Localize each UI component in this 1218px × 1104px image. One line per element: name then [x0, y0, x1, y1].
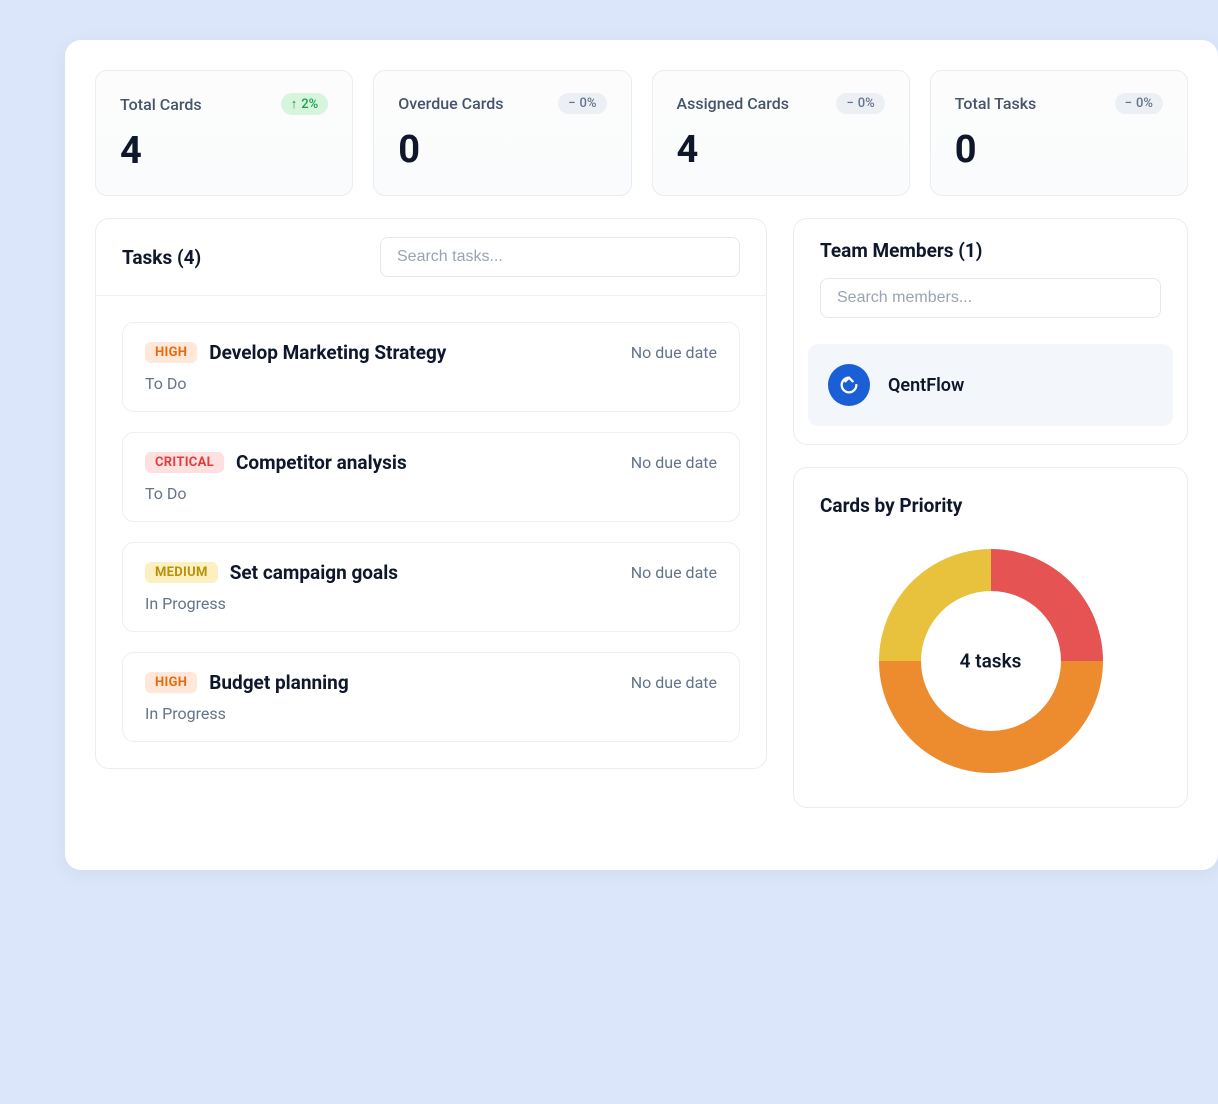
- content-row: Tasks (4) HIGH Develop Marketing Strategy…: [95, 218, 1188, 808]
- stat-header: Assigned Cards 0%: [677, 93, 885, 114]
- stat-badge-text: 0%: [1136, 96, 1153, 111]
- task-due-date: No due date: [631, 673, 717, 692]
- task-title-group: CRITICAL Competitor analysis: [145, 451, 407, 474]
- task-status: To Do: [145, 374, 717, 393]
- stat-label: Total Tasks: [955, 94, 1037, 113]
- task-title: Set campaign goals: [230, 561, 398, 584]
- stat-header: Overdue Cards 0%: [398, 93, 606, 114]
- search-tasks-input[interactable]: [380, 237, 740, 277]
- right-column: Team Members (1) QentFlow Cards by Prior…: [793, 218, 1188, 808]
- task-title: Budget planning: [209, 671, 348, 694]
- stat-badge: 0%: [1115, 93, 1163, 114]
- task-title-group: HIGH Develop Marketing Strategy: [145, 341, 446, 364]
- stat-header: Total Tasks 0%: [955, 93, 1163, 114]
- priority-panel: Cards by Priority 4 tasks: [793, 467, 1188, 808]
- task-title: Competitor analysis: [236, 451, 407, 474]
- stat-value: 0: [955, 128, 1163, 172]
- donut-segment-high[interactable]: [879, 661, 1103, 773]
- task-due-date: No due date: [631, 453, 717, 472]
- task-card[interactable]: CRITICAL Competitor analysis No due date To…: [122, 432, 740, 522]
- members-panel-title: Team Members (1): [820, 239, 1161, 262]
- members-panel-header: Team Members (1): [794, 219, 1187, 278]
- stat-card: Total Tasks 0% 0: [930, 70, 1188, 196]
- task-status: In Progress: [145, 594, 717, 613]
- stat-card: Assigned Cards 0% 4: [652, 70, 910, 196]
- task-title-group: MEDIUM Set campaign goals: [145, 561, 398, 584]
- priority-panel-title: Cards by Priority: [820, 494, 1161, 517]
- task-status: To Do: [145, 484, 717, 503]
- search-members-input[interactable]: [820, 278, 1161, 318]
- member-avatar: [828, 364, 870, 406]
- priority-badge: HIGH: [145, 672, 197, 693]
- priority-badge: MEDIUM: [145, 562, 218, 583]
- stat-card: Overdue Cards 0% 0: [373, 70, 631, 196]
- task-due-date: No due date: [631, 343, 717, 362]
- members-panel: Team Members (1) QentFlow: [793, 218, 1188, 445]
- donut-segment-critical[interactable]: [991, 549, 1103, 661]
- stat-card: Total Cards 2% 4: [95, 70, 353, 196]
- task-card[interactable]: MEDIUM Set campaign goals No due date In Pr…: [122, 542, 740, 632]
- donut-segment-medium[interactable]: [879, 549, 991, 661]
- stats-row: Total Cards 2% 4 Overdue Cards 0% 0 Assigned C…: [95, 70, 1188, 196]
- tasks-panel: Tasks (4) HIGH Develop Marketing Strategy…: [95, 218, 767, 769]
- dash-icon: [846, 96, 853, 111]
- priority-badge: CRITICAL: [145, 452, 224, 473]
- tasks-list: HIGH Develop Marketing Strategy No due dat…: [96, 296, 766, 768]
- task-card[interactable]: HIGH Develop Marketing Strategy No due dat…: [122, 322, 740, 412]
- member-name: QentFlow: [888, 375, 964, 396]
- task-header: CRITICAL Competitor analysis No due date: [145, 451, 717, 474]
- donut-center-label: 4 tasks: [960, 650, 1022, 673]
- stat-label: Total Cards: [120, 95, 202, 114]
- stat-value: 4: [120, 129, 328, 173]
- task-header: MEDIUM Set campaign goals No due date: [145, 561, 717, 584]
- task-header: HIGH Develop Marketing Strategy No due dat…: [145, 341, 717, 364]
- task-title: Develop Marketing Strategy: [209, 341, 446, 364]
- task-due-date: No due date: [631, 563, 717, 582]
- dash-icon: [1125, 96, 1132, 111]
- tasks-panel-title: Tasks (4): [122, 246, 201, 269]
- app-container: Total Cards 2% 4 Overdue Cards 0% 0 Assigned C…: [65, 40, 1218, 870]
- stat-badge: 0%: [836, 93, 884, 114]
- stat-label: Assigned Cards: [677, 94, 790, 113]
- member-item[interactable]: QentFlow: [808, 344, 1173, 426]
- stat-badge: 0%: [558, 93, 606, 114]
- stat-header: Total Cards 2%: [120, 93, 328, 115]
- task-card[interactable]: HIGH Budget planning No due date In Progres…: [122, 652, 740, 742]
- members-list: QentFlow: [794, 344, 1187, 426]
- stat-label: Overdue Cards: [398, 94, 503, 113]
- stat-value: 4: [677, 128, 885, 172]
- stat-badge-text: 2%: [301, 97, 318, 112]
- task-status: In Progress: [145, 704, 717, 723]
- arrow-up-icon: [291, 96, 298, 112]
- stat-value: 0: [398, 128, 606, 172]
- priority-badge: HIGH: [145, 342, 197, 363]
- donut-chart: 4 tasks: [871, 541, 1111, 781]
- dash-icon: [568, 96, 575, 111]
- task-title-group: HIGH Budget planning: [145, 671, 349, 694]
- stat-badge-text: 0%: [858, 96, 875, 111]
- task-header: HIGH Budget planning No due date: [145, 671, 717, 694]
- tasks-panel-header: Tasks (4): [96, 219, 766, 296]
- stat-badge-text: 0%: [580, 96, 597, 111]
- stat-badge: 2%: [281, 93, 328, 115]
